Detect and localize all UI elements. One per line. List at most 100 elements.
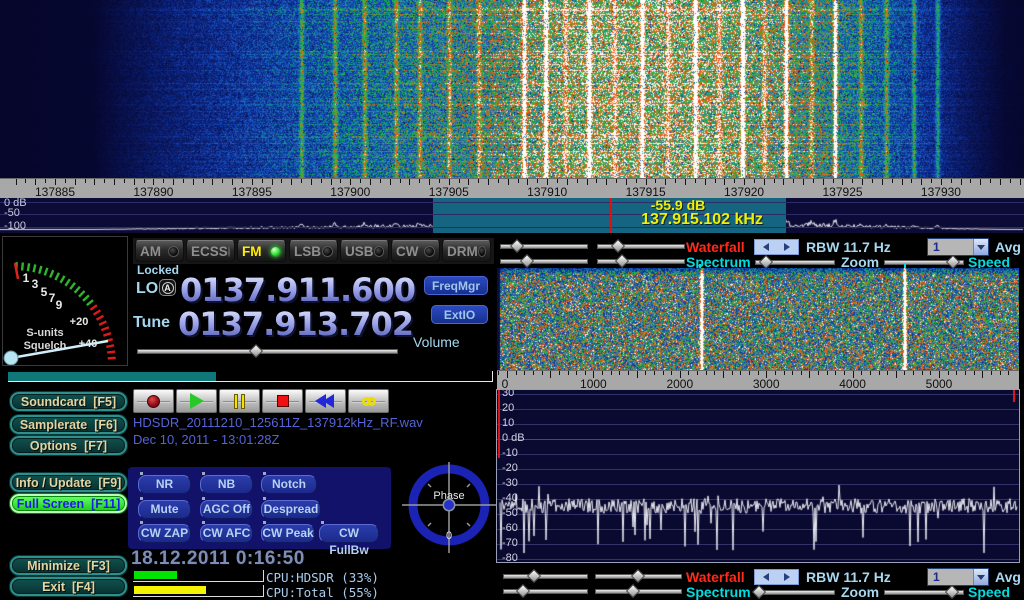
cw-zap-button[interactable]: CW ZAP [138,524,191,543]
tick [872,179,873,183]
slider-thumb[interactable] [249,344,263,358]
samplerate-button[interactable]: Samplerate [F6] [10,415,127,434]
agc-button[interactable]: AGC Off [200,500,253,519]
button-label: Full Screen [17,497,84,511]
tick [715,179,716,183]
rf-frequency-scale[interactable]: 1378851378901378951379001379051379101379… [0,178,1024,198]
waterfall-shift-buttons-top[interactable] [754,239,799,255]
squelch-level-fill [8,372,216,381]
tick [380,179,381,183]
af-frequency-scale[interactable]: 010002000300040005000 [497,370,1019,390]
arrow-left-icon[interactable] [763,573,769,581]
tick [663,371,664,375]
tick [203,179,204,183]
tick [611,371,612,375]
options-button[interactable]: Options [F7] [10,436,127,455]
soundcard-button[interactable]: Soundcard [F5] [10,392,127,411]
tick [913,371,914,375]
lo-frequency-display[interactable]: 0137.911.600 [180,271,415,309]
waterfall-shift-buttons-bottom[interactable] [754,569,799,585]
record-button[interactable] [133,389,174,413]
tick [1000,179,1001,185]
tick [818,371,819,375]
waterfall-contrast-slider-bottom[interactable] [595,570,682,583]
nb-button[interactable]: NB [200,475,253,494]
tick [695,179,696,183]
loop-button[interactable] [348,389,389,413]
dropdown-arrow-icon[interactable] [973,239,988,255]
exit-button[interactable]: Exit [F4] [10,577,127,596]
tick [970,179,971,183]
af-waterfall-display[interactable] [497,268,1019,370]
mode-button-drm[interactable]: DRM [442,240,491,262]
nr-button[interactable]: NR [138,475,191,494]
cpu-hdsdr-label: CPU:HDSDR (33%) [266,570,379,585]
despread-button[interactable]: Despread [261,500,321,519]
loop-icon [362,397,376,406]
rf-waterfall-display[interactable] [0,0,1024,178]
freqmgr-button[interactable]: FreqMgr [424,276,488,295]
mode-led-icon [270,246,281,257]
stop-button[interactable] [262,389,303,413]
cpu-total-bar [133,585,264,597]
arrow-right-icon[interactable] [784,573,790,581]
mode-button-ecss[interactable]: ECSS [186,240,235,262]
mode-button-cw[interactable]: CW [391,240,440,262]
lo-mode-a-button[interactable]: A [159,279,176,296]
info-update-button[interactable]: Info / Update [F9] [10,473,127,492]
squelch-level-bar[interactable] [8,371,493,382]
s-meter-panel: 1 3 5 7 9 +20 +40 S-units Squelch [2,236,128,366]
zoom-slider-bottom[interactable] [755,586,835,599]
spectrum-range-slider-top[interactable] [597,255,685,268]
af-spectrum-trace [497,390,1019,562]
tick [478,179,479,183]
waterfall-brightness-slider-bottom[interactable] [503,570,588,583]
tick [723,371,724,378]
mode-button-am[interactable]: AM [135,240,184,262]
arrow-left-icon[interactable] [763,243,769,251]
waterfall-brightness-slider-top[interactable] [500,240,588,253]
full-screen-button[interactable]: Full Screen [F11] [10,494,127,513]
rf-scale-label: 137890 [133,185,173,199]
cw-fullbw-button[interactable]: CW FullBw [319,524,379,543]
play-button[interactable] [176,389,217,413]
waterfall-label-bottom: Waterfall [686,569,745,585]
button-fkey: [F6] [94,418,117,432]
af-spectrum-display[interactable]: 3020100 dB-10-20-30-40-50-60-70-80 [496,389,1020,563]
dropdown-arrow-icon[interactable] [973,569,988,585]
rf-spectrum-display[interactable]: 0 dB -50 -100 -55.9 dB 137.915.102 kHz [0,198,1024,233]
minimize-button[interactable]: Minimize [F3] [10,556,127,575]
tune-frequency-display[interactable]: 0137.913.702 [178,305,413,343]
tick [882,179,883,185]
avg-label-bottom: Avg [995,569,1021,585]
mode-led-icon [228,246,230,257]
tick [813,179,814,183]
cw-peak-button[interactable]: CW Peak [261,524,315,543]
phase-zero-label: 0 [446,530,452,542]
cw-afc-button[interactable]: CW AFC [200,524,253,543]
tick [542,371,543,375]
mode-button-fm[interactable]: FM [237,240,286,262]
mode-button-usb[interactable]: USB [340,240,389,262]
pause-button[interactable] [219,389,260,413]
mode-button-lsb[interactable]: LSB [289,240,338,262]
smeter-tick-label: 3 [32,277,39,291]
notch-button[interactable]: Notch [261,475,317,494]
spectrum-ref-slider-top[interactable] [500,255,588,268]
rf-scale-label: 137925 [822,185,862,199]
tick [870,371,871,375]
mute-button[interactable]: Mute [138,500,191,519]
tick [488,179,489,185]
mode-label: USB [345,244,374,259]
arrow-right-icon[interactable] [784,243,790,251]
spectrum-range-slider-bottom[interactable] [595,585,682,598]
volume-slider[interactable] [137,345,398,358]
speed-slider-bottom[interactable] [884,586,964,599]
extio-button[interactable]: ExtIO [431,305,488,324]
waterfall-contrast-slider-top[interactable] [597,240,685,253]
cpu-total-label: CPU:Total (55%) [266,585,379,600]
rewind-button[interactable] [305,389,346,413]
tick [65,179,66,183]
rbw-label-bottom: RBW 11.7 Hz [806,569,891,585]
spectrum-ref-slider-bottom[interactable] [503,585,588,598]
